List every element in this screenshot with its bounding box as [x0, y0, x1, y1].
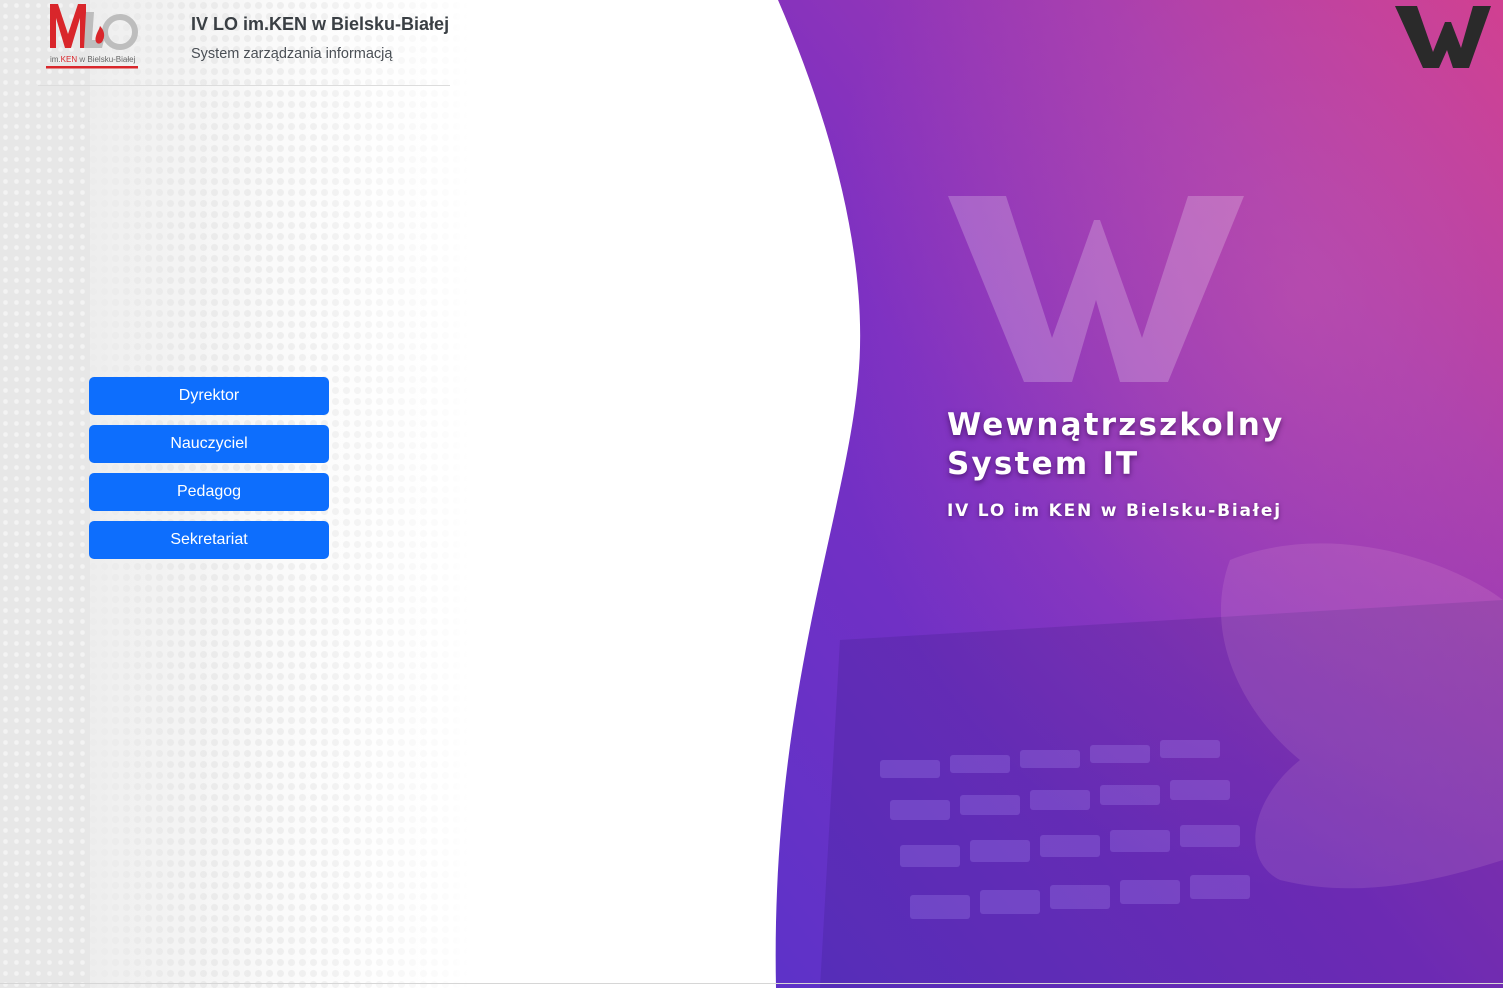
brand-logo-icon [1393, 4, 1493, 70]
role-button-sekretariat[interactable]: Sekretariat [89, 521, 329, 559]
keyboard-backdrop [820, 600, 1503, 988]
bottom-divider [0, 983, 1503, 984]
hero-title: Wewnątrzszkolny System IT [947, 406, 1307, 484]
hero-text-block: Wewnątrzszkolny System IT IV LO im KEN w… [947, 406, 1307, 521]
role-button-nauczyciel[interactable]: Nauczyciel [89, 425, 329, 463]
role-selection: Dyrektor Nauczyciel Pedagog Sekretariat [89, 377, 329, 569]
school-name: IV LO im.KEN w Bielsku-Białej [191, 14, 450, 34]
hero-title-line1: Wewnątrzszkolny [947, 407, 1285, 443]
role-button-pedagog[interactable]: Pedagog [89, 473, 329, 511]
role-button-dyrektor[interactable]: Dyrektor [89, 377, 329, 415]
system-subtitle: System zarządzania informacją [191, 46, 393, 62]
hero-title-line2: System IT [947, 446, 1140, 482]
svg-text:im.KEN w Bielsku-Białej: im.KEN w Bielsku-Białej [50, 55, 136, 64]
school-logo[interactable]: im.KEN w Bielsku-Białej [42, 0, 140, 72]
watermark-w [948, 196, 1244, 382]
left-shade-strip [0, 0, 90, 988]
site-header: im.KEN w Bielsku-Białej IV LO im.KEN w B… [38, 0, 450, 86]
hero-subtitle: IV LO im KEN w Bielsku-Białej [947, 501, 1282, 521]
